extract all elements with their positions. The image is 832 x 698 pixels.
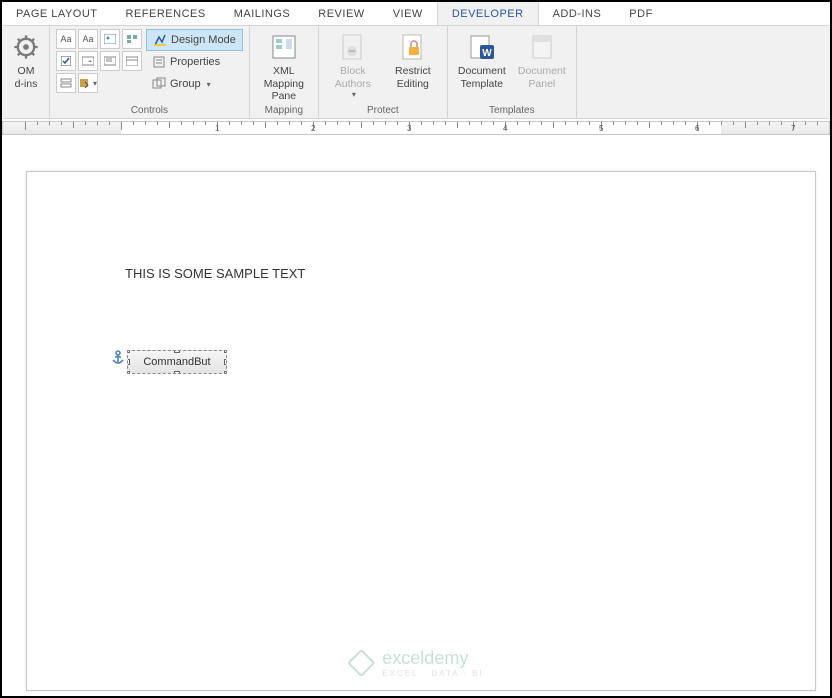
combobox-control-icon[interactable] <box>78 51 98 71</box>
document-template-label: Document Template <box>456 65 508 90</box>
chevron-down-icon: ▾ <box>207 80 211 89</box>
block-authors-button[interactable]: Block Authors ▾ <box>325 29 381 102</box>
chevron-down-icon: ▾ <box>352 90 356 100</box>
tab-developer[interactable]: DEVELOPER <box>437 2 539 25</box>
plain-text-control-icon[interactable]: Aa <box>78 29 98 49</box>
ruler-number: 2 <box>311 124 315 133</box>
command-button-control[interactable]: CommandBut <box>127 350 227 374</box>
group-code: OM d-ins <box>2 26 50 118</box>
ruler-number: 1 <box>215 124 219 133</box>
com-label-2: d-ins <box>15 78 38 91</box>
anchor-icon <box>111 350 125 366</box>
command-button-label: CommandBut <box>143 356 210 368</box>
properties-label: Properties <box>170 56 220 68</box>
checkbox-control-icon[interactable] <box>56 51 76 71</box>
block-authors-icon <box>337 31 369 63</box>
group-templates: W Document Template Document Panel Templ… <box>448 26 577 118</box>
tab-mailings[interactable]: MAILINGS <box>220 2 305 25</box>
document-template-icon: W <box>466 31 498 63</box>
group-code-label <box>8 105 43 118</box>
ruler-number: 3 <box>407 124 411 133</box>
document-area: THIS IS SOME SAMPLE TEXT CommandBut exce… <box>2 137 830 696</box>
controls-options: Design Mode Properties Group ▾ <box>146 29 243 95</box>
group-button[interactable]: Group ▾ <box>146 73 243 95</box>
group-protect: Block Authors ▾ Restrict Editing Protect <box>319 26 448 118</box>
ruler-number: 6 <box>695 124 699 133</box>
restrict-editing-icon <box>397 31 429 63</box>
group-icon <box>152 77 166 91</box>
ruler-number: 4 <box>503 124 507 133</box>
tab-references[interactable]: REFERENCES <box>112 2 220 25</box>
sample-text[interactable]: THIS IS SOME SAMPLE TEXT <box>125 266 305 281</box>
xml-mapping-icon <box>268 31 300 63</box>
datepicker-control-icon[interactable] <box>122 51 142 71</box>
document-panel-label: Document Panel <box>516 65 568 90</box>
group-controls: Aa Aa ▾ Design Mode <box>50 26 250 118</box>
legacy-tools-icon[interactable]: ▾ <box>78 73 98 93</box>
dropdown-control-icon[interactable] <box>100 51 120 71</box>
ruler-number: 5 <box>599 124 603 133</box>
document-page[interactable]: THIS IS SOME SAMPLE TEXT CommandBut <box>26 171 816 691</box>
group-mapping-label: Mapping <box>256 105 312 118</box>
com-addins-button[interactable]: OM d-ins <box>8 29 44 92</box>
tab-addins[interactable]: ADD-INS <box>539 2 616 25</box>
building-block-control-icon[interactable] <box>122 29 142 49</box>
rich-text-control-icon[interactable]: Aa <box>56 29 76 49</box>
design-mode-button[interactable]: Design Mode <box>146 29 243 51</box>
svg-text:W: W <box>482 48 492 59</box>
tab-pdf[interactable]: PDF <box>615 2 667 25</box>
properties-button[interactable]: Properties <box>146 51 243 73</box>
tab-page-layout[interactable]: PAGE LAYOUT <box>2 2 112 25</box>
gear-icon <box>10 31 42 63</box>
properties-icon <box>152 55 166 69</box>
xml-mapping-label: XML Mapping Pane <box>258 65 310 103</box>
block-authors-label: Block Authors <box>327 65 379 90</box>
document-panel-icon <box>526 31 558 63</box>
xml-mapping-button[interactable]: XML Mapping Pane <box>256 29 312 105</box>
group-label: Group <box>170 78 201 90</box>
group-controls-label: Controls <box>56 105 243 118</box>
tab-review[interactable]: REVIEW <box>304 2 378 25</box>
restrict-editing-label: Restrict Editing <box>387 65 439 90</box>
design-mode-label: Design Mode <box>171 34 236 46</box>
watermark-icon <box>348 650 374 676</box>
watermark-sub: EXCEL · DATA · BI <box>382 669 483 678</box>
ruler-number: 7 <box>791 124 795 133</box>
horizontal-ruler[interactable]: 1 2 3 4 5 6 7 <box>2 119 830 137</box>
ribbon: OM d-ins Aa Aa ▾ <box>2 26 830 119</box>
watermark: exceldemy EXCEL · DATA · BI <box>348 648 483 678</box>
group-mapping: XML Mapping Pane Mapping <box>250 26 319 118</box>
picture-control-icon[interactable] <box>100 29 120 49</box>
watermark-name: exceldemy <box>382 648 468 668</box>
document-panel-button[interactable]: Document Panel <box>514 29 570 92</box>
group-templates-label: Templates <box>454 105 570 118</box>
repeating-control-icon[interactable] <box>56 73 76 93</box>
restrict-editing-button[interactable]: Restrict Editing <box>385 29 441 92</box>
com-label-1: OM <box>18 65 35 78</box>
document-template-button[interactable]: W Document Template <box>454 29 510 92</box>
group-protect-label: Protect <box>325 105 441 118</box>
design-mode-icon <box>153 33 167 47</box>
controls-gallery: Aa Aa ▾ <box>56 29 142 93</box>
ribbon-tabs: PAGE LAYOUT REFERENCES MAILINGS REVIEW V… <box>2 2 830 26</box>
tab-view[interactable]: VIEW <box>379 2 437 25</box>
